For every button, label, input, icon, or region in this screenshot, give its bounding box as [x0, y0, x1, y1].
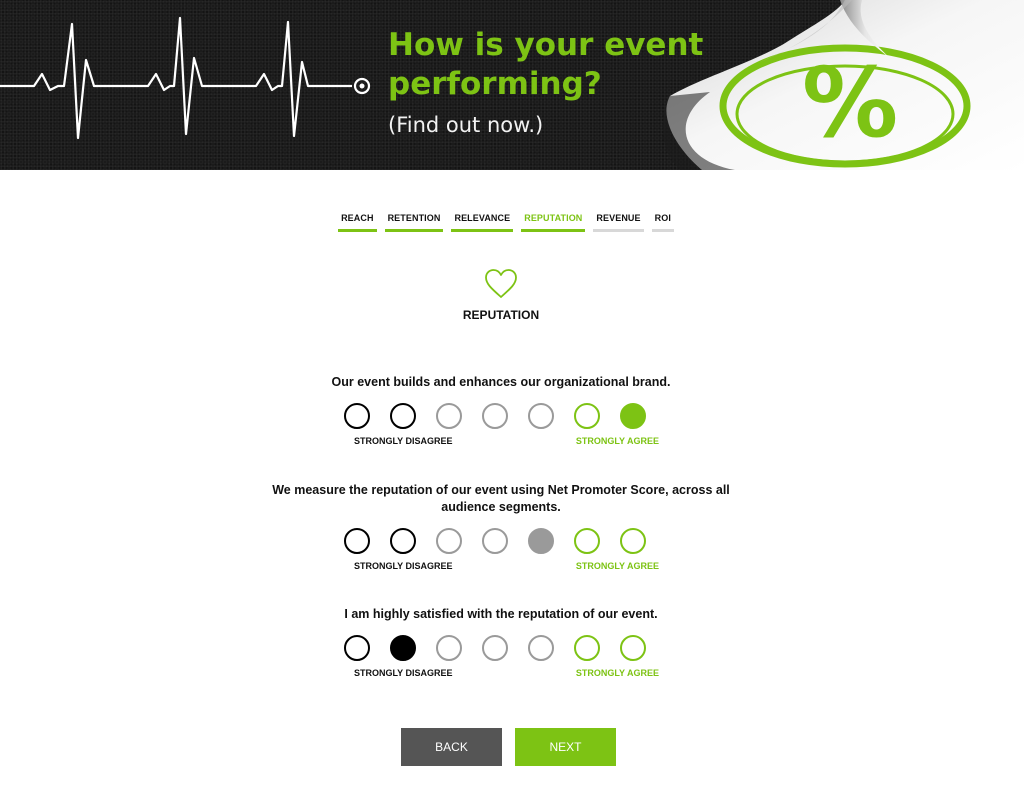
- tab-reputation[interactable]: REPUTATION: [521, 213, 586, 232]
- tab-revenue[interactable]: REVENUE: [593, 213, 644, 232]
- scale-labels: STRONGLY DISAGREE STRONGLY AGREE: [354, 668, 659, 678]
- svg-text:%: %: [802, 47, 898, 159]
- scale-labels: STRONGLY DISAGREE STRONGLY AGREE: [354, 561, 659, 571]
- question-1: Our event builds and enhances our organi…: [0, 374, 1002, 446]
- rating-option-2[interactable]: [390, 635, 416, 661]
- question-3: I am highly satisfied with the reputatio…: [0, 606, 1002, 678]
- rating-option-7[interactable]: [620, 403, 646, 429]
- section-title: REPUTATION: [462, 308, 540, 322]
- rating-option-2[interactable]: [390, 528, 416, 554]
- scale-labels: STRONGLY DISAGREE STRONGLY AGREE: [354, 436, 659, 446]
- tab-reach[interactable]: REACH: [338, 213, 377, 232]
- rating-option-5[interactable]: [528, 403, 554, 429]
- strongly-agree-label: STRONGLY AGREE: [575, 436, 659, 446]
- rating-option-4[interactable]: [482, 528, 508, 554]
- rating-scale: [0, 528, 1002, 554]
- hero-subtitle: (Find out now.): [388, 113, 544, 137]
- back-button[interactable]: BACK: [401, 728, 502, 766]
- rating-option-5[interactable]: [528, 635, 554, 661]
- rating-option-2[interactable]: [390, 403, 416, 429]
- rating-option-5[interactable]: [528, 528, 554, 554]
- rating-option-7[interactable]: [620, 528, 646, 554]
- tab-retention[interactable]: RETENTION: [384, 213, 444, 232]
- question-2: We measure the reputation of our event u…: [0, 482, 1002, 571]
- rating-option-7[interactable]: [620, 635, 646, 661]
- rating-scale: [0, 635, 1002, 661]
- strongly-agree-label: STRONGLY AGREE: [575, 668, 659, 678]
- rating-option-4[interactable]: [482, 403, 508, 429]
- rating-option-6[interactable]: [574, 528, 600, 554]
- strongly-agree-label: STRONGLY AGREE: [575, 561, 659, 571]
- progress-tabs: REACH RETENTION RELEVANCE REPUTATION REV…: [0, 213, 1018, 232]
- rating-option-1[interactable]: [344, 528, 370, 554]
- heartbeat-line-icon: [0, 16, 371, 140]
- question-text: We measure the reputation of our event u…: [272, 483, 730, 514]
- strongly-disagree-label: STRONGLY DISAGREE: [354, 561, 453, 571]
- rating-option-3[interactable]: [436, 635, 462, 661]
- strongly-disagree-label: STRONGLY DISAGREE: [354, 668, 453, 678]
- rating-option-6[interactable]: [574, 403, 600, 429]
- percent-badge-icon: %: [662, 0, 1024, 170]
- rating-option-1[interactable]: [344, 635, 370, 661]
- hero-banner: How is your event performing? (Find out …: [0, 0, 1024, 170]
- question-text: I am highly satisfied with the reputatio…: [344, 607, 658, 621]
- rating-option-3[interactable]: [436, 528, 462, 554]
- tab-relevance[interactable]: RELEVANCE: [451, 213, 514, 232]
- rating-scale: [0, 403, 1002, 429]
- rating-option-4[interactable]: [482, 635, 508, 661]
- next-button[interactable]: NEXT: [515, 728, 616, 766]
- question-text: Our event builds and enhances our organi…: [331, 375, 671, 389]
- strongly-disagree-label: STRONGLY DISAGREE: [354, 436, 453, 446]
- rating-option-6[interactable]: [574, 635, 600, 661]
- heart-icon: [485, 269, 517, 298]
- rating-option-1[interactable]: [344, 403, 370, 429]
- tab-roi[interactable]: ROI: [651, 213, 674, 232]
- rating-option-3[interactable]: [436, 403, 462, 429]
